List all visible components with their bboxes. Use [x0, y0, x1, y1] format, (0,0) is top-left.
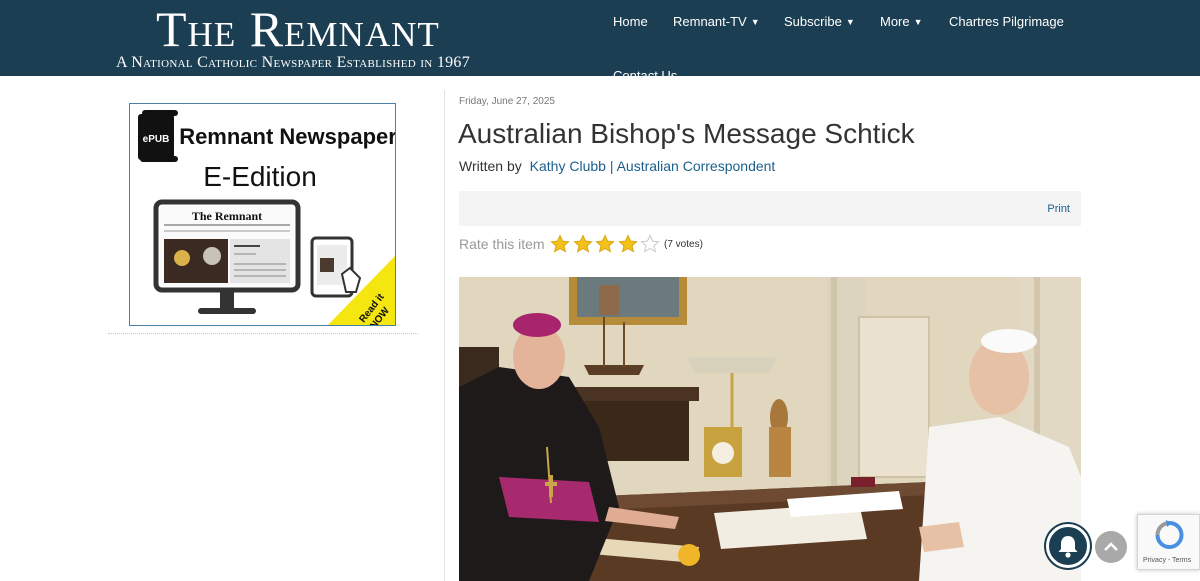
recaptcha-icon: [1155, 520, 1184, 549]
logo-tagline: A National Catholic Newspaper Establishe…: [116, 54, 471, 71]
nav-more-label: More: [880, 14, 910, 29]
nav-remnant-tv-label: Remnant-TV: [673, 14, 747, 29]
bell-icon: [1058, 536, 1078, 558]
nav-home[interactable]: Home: [613, 14, 648, 30]
scroll-to-top-button[interactable]: [1095, 531, 1127, 563]
star-filled-icon[interactable]: [617, 234, 638, 254]
chevron-down-icon: ▼: [913, 17, 923, 27]
nav-remnant-tv[interactable]: Remnant-TV ▼: [673, 14, 760, 30]
star-filled-icon[interactable]: [550, 234, 570, 254]
star-rating: [550, 234, 660, 254]
article-title: Australian Bishop's Message Schtick: [458, 118, 915, 149]
nav-home-label: Home: [613, 14, 648, 29]
nav-subscribe-label: Subscribe: [784, 14, 842, 29]
vote-count: (7 votes): [664, 239, 703, 250]
print-link[interactable]: Print: [1047, 203, 1070, 215]
logo-title: The Remnant: [156, 1, 440, 57]
nav-chartres-pilgrimage[interactable]: Chartres Pilgrimage: [949, 14, 1064, 30]
star-empty-icon[interactable]: [640, 234, 660, 254]
recaptcha-badge[interactable]: Privacy - Terms: [1137, 514, 1200, 570]
written-by-label: Written by: [459, 158, 522, 174]
banner-subtitle: E-Edition: [203, 161, 317, 192]
site-header: The Remnant A National Catholic Newspape…: [0, 0, 1200, 76]
site-logo[interactable]: The Remnant A National Catholic Newspape…: [112, 0, 502, 76]
banner-masthead: The Remnant: [192, 209, 262, 223]
notification-bell-button[interactable]: [1046, 524, 1090, 568]
nav-chartres-label: Chartres Pilgrimage: [949, 14, 1064, 29]
byline: Written by Kathy Clubb | Australian Corr…: [459, 158, 775, 174]
e-edition-banner[interactable]: ePUB Remnant Newspaper E-Edition The Rem…: [129, 103, 396, 326]
column-divider: [444, 90, 445, 581]
epub-badge-text: ePUB: [143, 134, 170, 145]
recaptcha-terms[interactable]: Privacy - Terms: [1143, 557, 1191, 564]
star-filled-icon[interactable]: [595, 234, 615, 254]
nav-subscribe[interactable]: Subscribe ▼: [784, 14, 855, 30]
rate-label: Rate this item: [459, 236, 545, 252]
article-toolbar: Print: [459, 191, 1081, 226]
sidebar-divider: [108, 333, 418, 334]
article-date: Friday, June 27, 2025: [459, 96, 555, 107]
chevron-up-icon: [1104, 542, 1118, 551]
chevron-down-icon: ▼: [750, 17, 760, 27]
article-photo: [459, 277, 1081, 581]
star-filled-icon[interactable]: [572, 234, 593, 254]
meeting-photo: [459, 277, 1081, 581]
banner-title: Remnant Newspaper: [179, 124, 396, 149]
nav-contact-us[interactable]: Contact Us: [613, 68, 677, 76]
nav-more[interactable]: More ▼: [880, 14, 923, 30]
chevron-down-icon: ▼: [845, 17, 855, 27]
author-link[interactable]: Kathy Clubb | Australian Correspondent: [530, 158, 776, 174]
e-edition-illustration: ePUB Remnant Newspaper E-Edition The Rem…: [138, 110, 396, 325]
